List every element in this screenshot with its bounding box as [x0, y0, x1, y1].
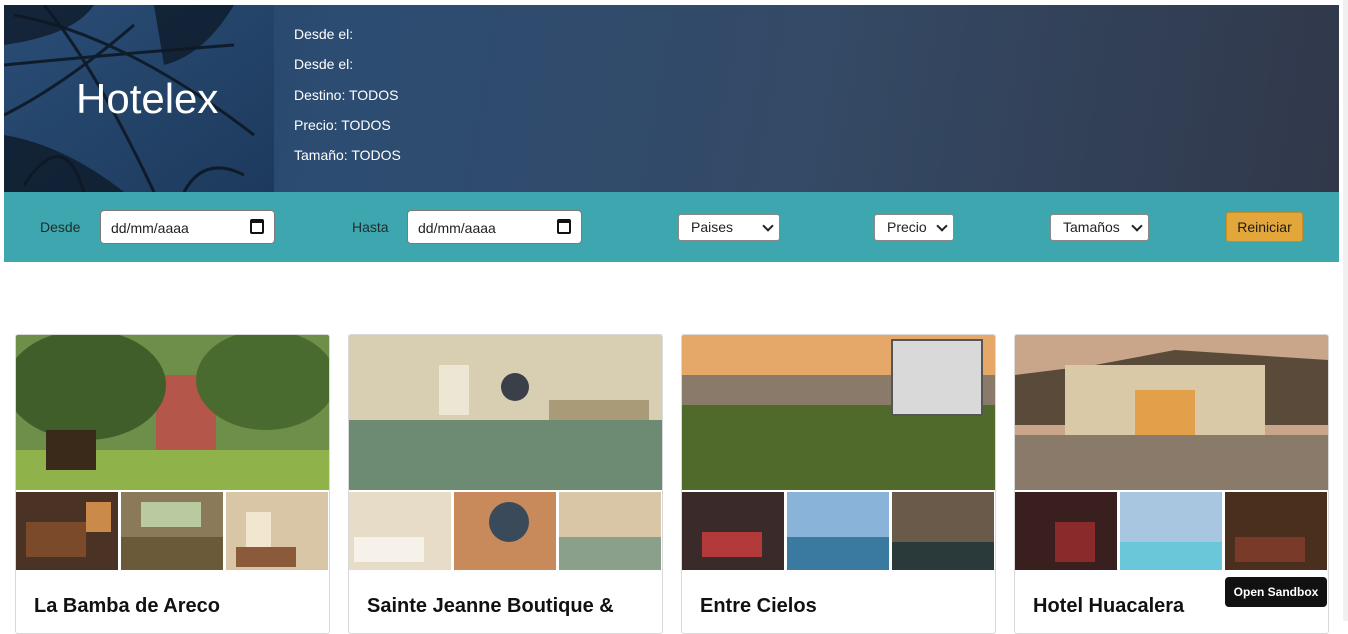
- hasta-label: Hasta: [352, 219, 389, 235]
- desde-date-value: dd/mm/aaaa: [111, 220, 189, 236]
- tamanos-select-value: Tamaños: [1063, 219, 1120, 235]
- filter-summary: Desde el: Desde el: Destino: TODOS Preci…: [294, 19, 401, 170]
- hotel-name[interactable]: Sainte Jeanne Boutique &: [367, 595, 614, 618]
- hasta-date-value: dd/mm/aaaa: [418, 220, 496, 236]
- hotel-thumb-photo: [892, 492, 994, 570]
- hotel-card[interactable]: Entre Cielos: [681, 334, 996, 634]
- hasta-date-input[interactable]: dd/mm/aaaa: [407, 210, 582, 244]
- chevron-down-icon: [936, 220, 948, 232]
- summary-tamano: Tamaño: TODOS: [294, 147, 401, 164]
- summary-desde: Desde el:: [294, 26, 354, 42]
- hotel-name[interactable]: Hotel Huacalera: [1033, 595, 1184, 618]
- paises-select[interactable]: Paises: [678, 214, 780, 241]
- calendar-icon[interactable]: [250, 219, 264, 234]
- hotel-thumb-photo: [121, 492, 223, 570]
- hotel-name[interactable]: Entre Cielos: [700, 595, 817, 618]
- hotel-thumb-photo: [454, 492, 556, 570]
- calendar-icon[interactable]: [557, 219, 571, 234]
- hotel-thumb-photo: [1015, 492, 1117, 570]
- hotel-thumb-photo: [226, 492, 328, 570]
- chevron-down-icon: [1131, 220, 1143, 232]
- hotel-main-photo: [682, 335, 995, 490]
- hotel-card[interactable]: La Bamba de Areco: [15, 334, 330, 634]
- hero-header: Hotelex Desde el: Desde el: Destino: TOD…: [4, 5, 1339, 192]
- hotel-thumb-photo: [349, 492, 451, 570]
- hotel-thumb-photo: [787, 492, 889, 570]
- desde-label: Desde: [40, 219, 81, 235]
- chevron-down-icon: [762, 220, 774, 232]
- brand-title: Hotelex: [76, 75, 219, 122]
- page-scrollbar[interactable]: [1343, 0, 1348, 621]
- precio-select[interactable]: Precio: [874, 214, 954, 241]
- paises-select-value: Paises: [691, 219, 734, 235]
- precio-select-value: Precio: [887, 219, 927, 235]
- filter-bar: Desde dd/mm/aaaa Hasta dd/mm/aaaa Paises…: [4, 192, 1339, 262]
- reset-button[interactable]: Reiniciar: [1226, 212, 1303, 242]
- hotel-name[interactable]: La Bamba de Areco: [34, 595, 220, 618]
- hotel-thumb-photo: [1225, 492, 1327, 570]
- hotel-thumb-photo: [682, 492, 784, 570]
- summary-hasta: Desde el:: [294, 56, 354, 73]
- summary-destino: Destino: TODOS: [294, 86, 399, 103]
- summary-precio: Precio: TODOS: [294, 116, 391, 133]
- hotel-thumb-photo: [1120, 492, 1222, 570]
- hotel-card[interactable]: Sainte Jeanne Boutique &: [348, 334, 663, 634]
- tamanos-select[interactable]: Tamaños: [1050, 214, 1149, 241]
- hotel-main-photo: [1015, 335, 1328, 490]
- open-sandbox-button[interactable]: Open Sandbox: [1225, 577, 1327, 607]
- hotel-thumb-photo: [16, 492, 118, 570]
- hotel-main-photo: [349, 335, 662, 490]
- desde-date-input[interactable]: dd/mm/aaaa: [100, 210, 275, 244]
- hotel-main-photo: [16, 335, 329, 490]
- hotel-thumb-photo: [559, 492, 661, 570]
